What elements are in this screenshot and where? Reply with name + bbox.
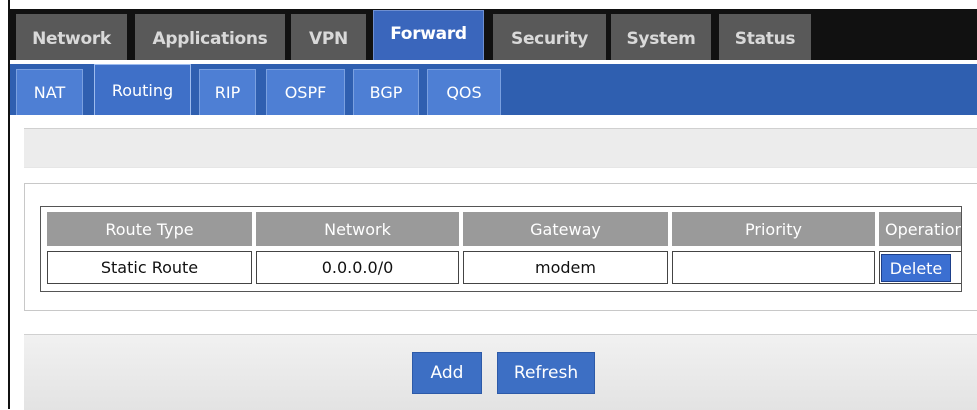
- header-route-type: Route Type: [47, 212, 252, 246]
- header-priority: Priority: [672, 212, 875, 246]
- tab-status[interactable]: Status: [719, 14, 811, 60]
- add-button[interactable]: Add: [412, 352, 482, 394]
- subtab-qos[interactable]: QOS: [427, 69, 501, 115]
- subtab-rip[interactable]: RIP: [199, 69, 256, 115]
- subtab-routing[interactable]: Routing: [94, 64, 191, 115]
- tab-network[interactable]: Network: [16, 14, 127, 60]
- info-strip: [24, 128, 977, 168]
- tab-forward[interactable]: Forward: [373, 10, 484, 60]
- subtab-ospf[interactable]: OSPF: [266, 69, 345, 115]
- cell-network: 0.0.0.0/0: [256, 251, 459, 284]
- router-admin-page: Network Applications VPN Forward Securit…: [0, 0, 977, 410]
- header-network: Network: [256, 212, 459, 246]
- tab-applications[interactable]: Applications: [135, 14, 285, 60]
- header-operation: Operation: [879, 212, 961, 246]
- tab-vpn[interactable]: VPN: [291, 14, 366, 60]
- main-nav-bar: Network Applications VPN Forward Securit…: [10, 9, 977, 60]
- header-gateway: Gateway: [463, 212, 668, 246]
- subtab-nat[interactable]: NAT: [16, 69, 83, 115]
- tab-security[interactable]: Security: [493, 14, 606, 60]
- cell-route-type: Static Route: [47, 251, 252, 284]
- delete-button[interactable]: Delete: [881, 254, 951, 282]
- subtab-bgp[interactable]: BGP: [353, 69, 419, 115]
- cell-gateway: modem: [463, 251, 668, 284]
- refresh-button[interactable]: Refresh: [497, 352, 595, 394]
- sub-nav-bar: NAT Routing RIP OSPF BGP QOS: [10, 60, 977, 115]
- tab-system[interactable]: System: [611, 14, 711, 60]
- routes-table: Route Type Network Gateway Priority Oper…: [40, 206, 962, 292]
- cell-priority: [672, 251, 875, 284]
